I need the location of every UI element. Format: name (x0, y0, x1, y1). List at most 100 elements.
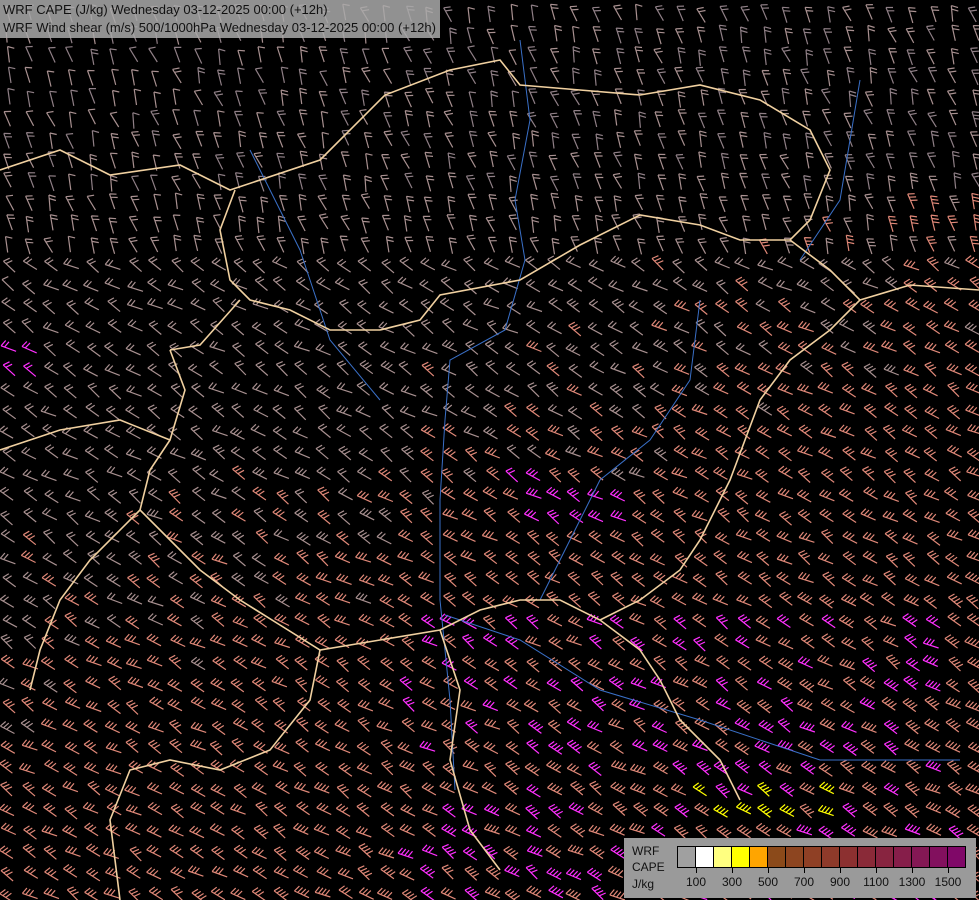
wind-barb (859, 675, 876, 689)
wind-barb (187, 865, 204, 877)
wind-barb (633, 382, 647, 398)
wind-barb (357, 655, 371, 671)
wind-barb (0, 822, 17, 836)
wind-barb (691, 592, 708, 605)
wind-barb (217, 110, 225, 127)
wind-barb (756, 677, 772, 690)
wind-barb (444, 131, 454, 148)
wind-barb (904, 781, 920, 797)
wind-barb (948, 466, 962, 482)
wind-barb (196, 193, 205, 210)
wind-barb (464, 279, 477, 295)
wind-barb (363, 132, 373, 149)
wind-barb (569, 5, 579, 22)
wind-barb (110, 132, 119, 150)
wind-barb (255, 361, 269, 376)
wind-barb (170, 634, 186, 648)
wind-barb (337, 698, 352, 713)
wind-barb (211, 865, 228, 878)
wind-barb (548, 549, 561, 565)
wind-barb (64, 804, 78, 820)
wind-barb (210, 886, 226, 900)
wind-barb (340, 151, 350, 168)
wind-barb (904, 633, 918, 649)
wind-barb (420, 591, 435, 606)
wind-barb (335, 825, 351, 840)
wind-barb (509, 110, 518, 128)
wind-barb (378, 696, 394, 710)
wind-barb (505, 550, 520, 565)
wind-barb (23, 594, 39, 608)
wind-barb (316, 466, 331, 481)
wind-barb (146, 844, 162, 858)
wind-barb (22, 256, 38, 271)
map-title: WRF CAPE (J/kg) Wednesday 03-12-2025 00:… (0, 0, 440, 38)
wind-barb (217, 69, 226, 86)
wind-barb (817, 552, 834, 565)
wind-barb (234, 235, 244, 251)
wind-barb (631, 280, 648, 292)
wind-barb (883, 298, 899, 312)
wind-barb (782, 217, 792, 233)
wind-barb (821, 614, 836, 629)
wind-barb (380, 739, 393, 755)
wind-barb (887, 26, 897, 43)
wind-barb (953, 172, 962, 189)
wind-barb (591, 6, 601, 23)
wind-barb (253, 824, 269, 840)
wind-barb (300, 237, 309, 255)
wind-barb (260, 196, 269, 213)
wind-barb (820, 297, 836, 311)
wind-barb (6, 45, 15, 63)
wind-barb (171, 257, 184, 273)
wind-barb (356, 319, 370, 334)
wind-barb (334, 614, 350, 626)
wind-barb (315, 531, 331, 545)
wind-barb (567, 571, 581, 587)
wind-barb (84, 635, 100, 649)
wind-barb (695, 427, 710, 441)
wind-barb (0, 340, 17, 352)
wind-barb (315, 444, 329, 460)
wind-barb (802, 110, 811, 127)
wind-barb (950, 5, 959, 22)
wind-barb (967, 489, 979, 501)
river-line (249, 149, 381, 401)
country-border (859, 284, 979, 301)
wind-barb (337, 341, 351, 356)
wind-barb (399, 868, 415, 881)
legend-color-box (822, 847, 840, 867)
wind-barb (129, 257, 142, 273)
wind-barb (735, 801, 752, 815)
wind-barb (339, 299, 352, 315)
wind-barb (0, 594, 15, 608)
wind-barb (146, 508, 163, 520)
wind-barb (376, 552, 392, 566)
wind-barb (947, 67, 957, 84)
wind-barb (231, 572, 246, 587)
wind-barb (420, 530, 434, 546)
wind-barb (85, 530, 101, 544)
wind-barb (6, 214, 16, 231)
wind-barb (314, 719, 329, 734)
wind-barb (85, 700, 102, 713)
wind-barb (903, 593, 919, 607)
wind-barb (823, 28, 833, 44)
wind-barb (419, 279, 434, 293)
wind-barb (885, 654, 901, 670)
wind-barb (505, 760, 520, 776)
wind-barb (420, 257, 436, 271)
wind-barb (568, 802, 585, 816)
wind-barb (109, 48, 117, 65)
wind-barb (672, 486, 688, 499)
wind-barb (278, 194, 288, 211)
wind-barb (827, 6, 836, 23)
wind-barb (360, 193, 371, 210)
wind-barb (566, 739, 582, 754)
wind-barb (715, 738, 730, 753)
wind-barb (422, 215, 432, 232)
wind-barb (190, 448, 207, 461)
wind-barb (528, 151, 538, 168)
wind-barb (565, 255, 581, 269)
wind-barb (486, 172, 496, 189)
